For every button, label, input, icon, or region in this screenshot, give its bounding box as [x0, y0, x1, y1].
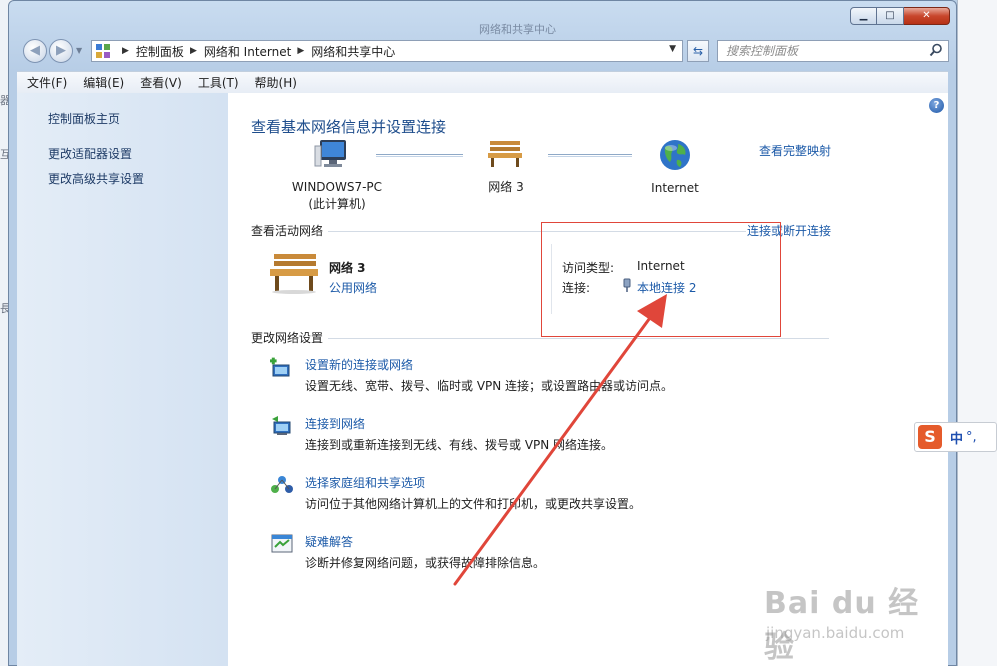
- task-new-connection-link[interactable]: 设置新的连接或网络: [305, 356, 413, 373]
- address-dropdown-icon[interactable]: ▼: [669, 44, 676, 54]
- page-title: 查看基本网络信息并设置连接: [251, 118, 447, 136]
- connect-to-network-icon: [272, 416, 291, 435]
- watermark-brand: Bai du 经验: [764, 586, 920, 665]
- close-button[interactable]: ✕: [904, 7, 950, 25]
- menu-view[interactable]: 查看(V): [140, 74, 182, 91]
- navigation-bar: ◀ ▶ ▼ ▶ 控制面板 ▶ 网络和 Internet ▶ 网络和共享中心 ▼ …: [19, 37, 949, 65]
- breadcrumb-separator-icon[interactable]: ▶: [122, 46, 129, 56]
- bench-icon: [488, 141, 522, 167]
- menu-help[interactable]: 帮助(H): [255, 74, 297, 91]
- search-input[interactable]: [726, 41, 926, 61]
- ime-status-badge[interactable]: S 中 °,: [914, 422, 997, 452]
- map-node-computer: WINDOWS7-PC (此计算机): [282, 179, 392, 213]
- recent-pages-dropdown[interactable]: ▼: [76, 46, 82, 55]
- new-connection-icon: [270, 357, 290, 377]
- search-icon[interactable]: [929, 43, 943, 57]
- public-network-bench-icon[interactable]: [268, 251, 320, 295]
- back-button[interactable]: ◀: [23, 39, 47, 63]
- help-icon[interactable]: ?: [929, 98, 944, 113]
- breadcrumb-control-panel[interactable]: 控制面板: [136, 43, 184, 60]
- globe-icon: [660, 140, 690, 170]
- refresh-button[interactable]: ⇆: [687, 40, 709, 62]
- ime-language-indicator[interactable]: 中: [950, 428, 963, 447]
- computer-name: WINDOWS7-PC: [291, 180, 383, 194]
- back-arrow-icon: ◀: [30, 43, 40, 58]
- sidebar-link-advanced-sharing[interactable]: 更改高级共享设置: [48, 170, 144, 187]
- active-network-name: 网络 3: [329, 261, 366, 275]
- sidebar-link-control-panel-home[interactable]: 控制面板主页: [48, 110, 120, 127]
- task-troubleshoot-desc: 诊断并修复网络问题，或获得故障排除信息。: [305, 556, 546, 570]
- change-settings-heading: 更改网络设置: [251, 331, 324, 345]
- breadcrumb-network-internet[interactable]: 网络和 Internet: [204, 43, 291, 60]
- breadcrumb-separator-icon[interactable]: ▶: [190, 46, 197, 56]
- computer-subtitle: (此计算机): [308, 197, 366, 211]
- task-connect-to-network-link[interactable]: 连接到网络: [305, 415, 365, 432]
- troubleshoot-icon: [271, 534, 293, 553]
- window-caption: 网络和共享中心: [479, 23, 556, 36]
- task-homegroup-desc: 访问位于其他网络计算机上的文件和打印机，或更改共享设置。: [305, 497, 642, 511]
- refresh-icon: ⇆: [692, 44, 704, 58]
- section-divider: [328, 338, 829, 339]
- view-full-map-link[interactable]: 查看完整映射: [759, 142, 831, 159]
- annotation-highlight-box: [541, 222, 781, 337]
- address-bar[interactable]: ▶ 控制面板 ▶ 网络和 Internet ▶ 网络和共享中心 ▼: [91, 40, 683, 62]
- map-connection-line: [376, 154, 463, 157]
- task-troubleshoot-link[interactable]: 疑难解答: [305, 533, 353, 550]
- task-homegroup-link[interactable]: 选择家庭组和共享选项: [305, 474, 425, 491]
- minimize-button[interactable]: ▁: [850, 7, 877, 25]
- control-panel-icon: [96, 44, 112, 58]
- menu-file[interactable]: 文件(F): [27, 74, 67, 91]
- breadcrumb-separator-icon[interactable]: ▶: [297, 46, 304, 56]
- map-node-network: 网络 3: [488, 180, 524, 194]
- map-connection-line: [548, 154, 632, 157]
- network-type-link[interactable]: 公用网络: [329, 279, 377, 296]
- breadcrumb-network-sharing-center[interactable]: 网络和共享中心: [311, 43, 395, 60]
- ime-punctuation-indicator[interactable]: °,: [966, 430, 977, 445]
- forward-button[interactable]: ▶: [49, 39, 73, 63]
- caption-buttons: ▁ □ ✕: [850, 7, 950, 25]
- map-node-internet: Internet: [651, 181, 699, 195]
- task-new-connection-desc: 设置无线、宽带、拨号、临时或 VPN 连接；或设置路由器或访问点。: [305, 379, 674, 393]
- watermark: Bai du 经验 jingyan.baidu.com: [760, 566, 950, 665]
- task-sidebar: 控制面板主页 更改适配器设置 更改高级共享设置: [17, 93, 228, 666]
- computer-icon: [314, 140, 346, 167]
- task-connect-to-network-desc: 连接到或重新连接到无线、有线、拨号或 VPN 网络连接。: [305, 438, 614, 452]
- menu-bar: 文件(F) 编辑(E) 查看(V) 工具(T) 帮助(H): [17, 71, 948, 93]
- maximize-button[interactable]: □: [877, 7, 904, 25]
- sidebar-link-adapter-settings[interactable]: 更改适配器设置: [48, 145, 132, 162]
- menu-edit[interactable]: 编辑(E): [83, 74, 124, 91]
- forward-arrow-icon: ▶: [56, 43, 66, 58]
- sogou-logo-icon: S: [918, 425, 942, 449]
- watermark-url: jingyan.baidu.com: [766, 624, 905, 642]
- search-box: [717, 40, 949, 62]
- background-window-fragment-right: [957, 0, 997, 666]
- menu-tools[interactable]: 工具(T): [198, 74, 239, 91]
- homegroup-icon: [271, 476, 293, 493]
- active-networks-heading: 查看活动网络: [251, 224, 324, 238]
